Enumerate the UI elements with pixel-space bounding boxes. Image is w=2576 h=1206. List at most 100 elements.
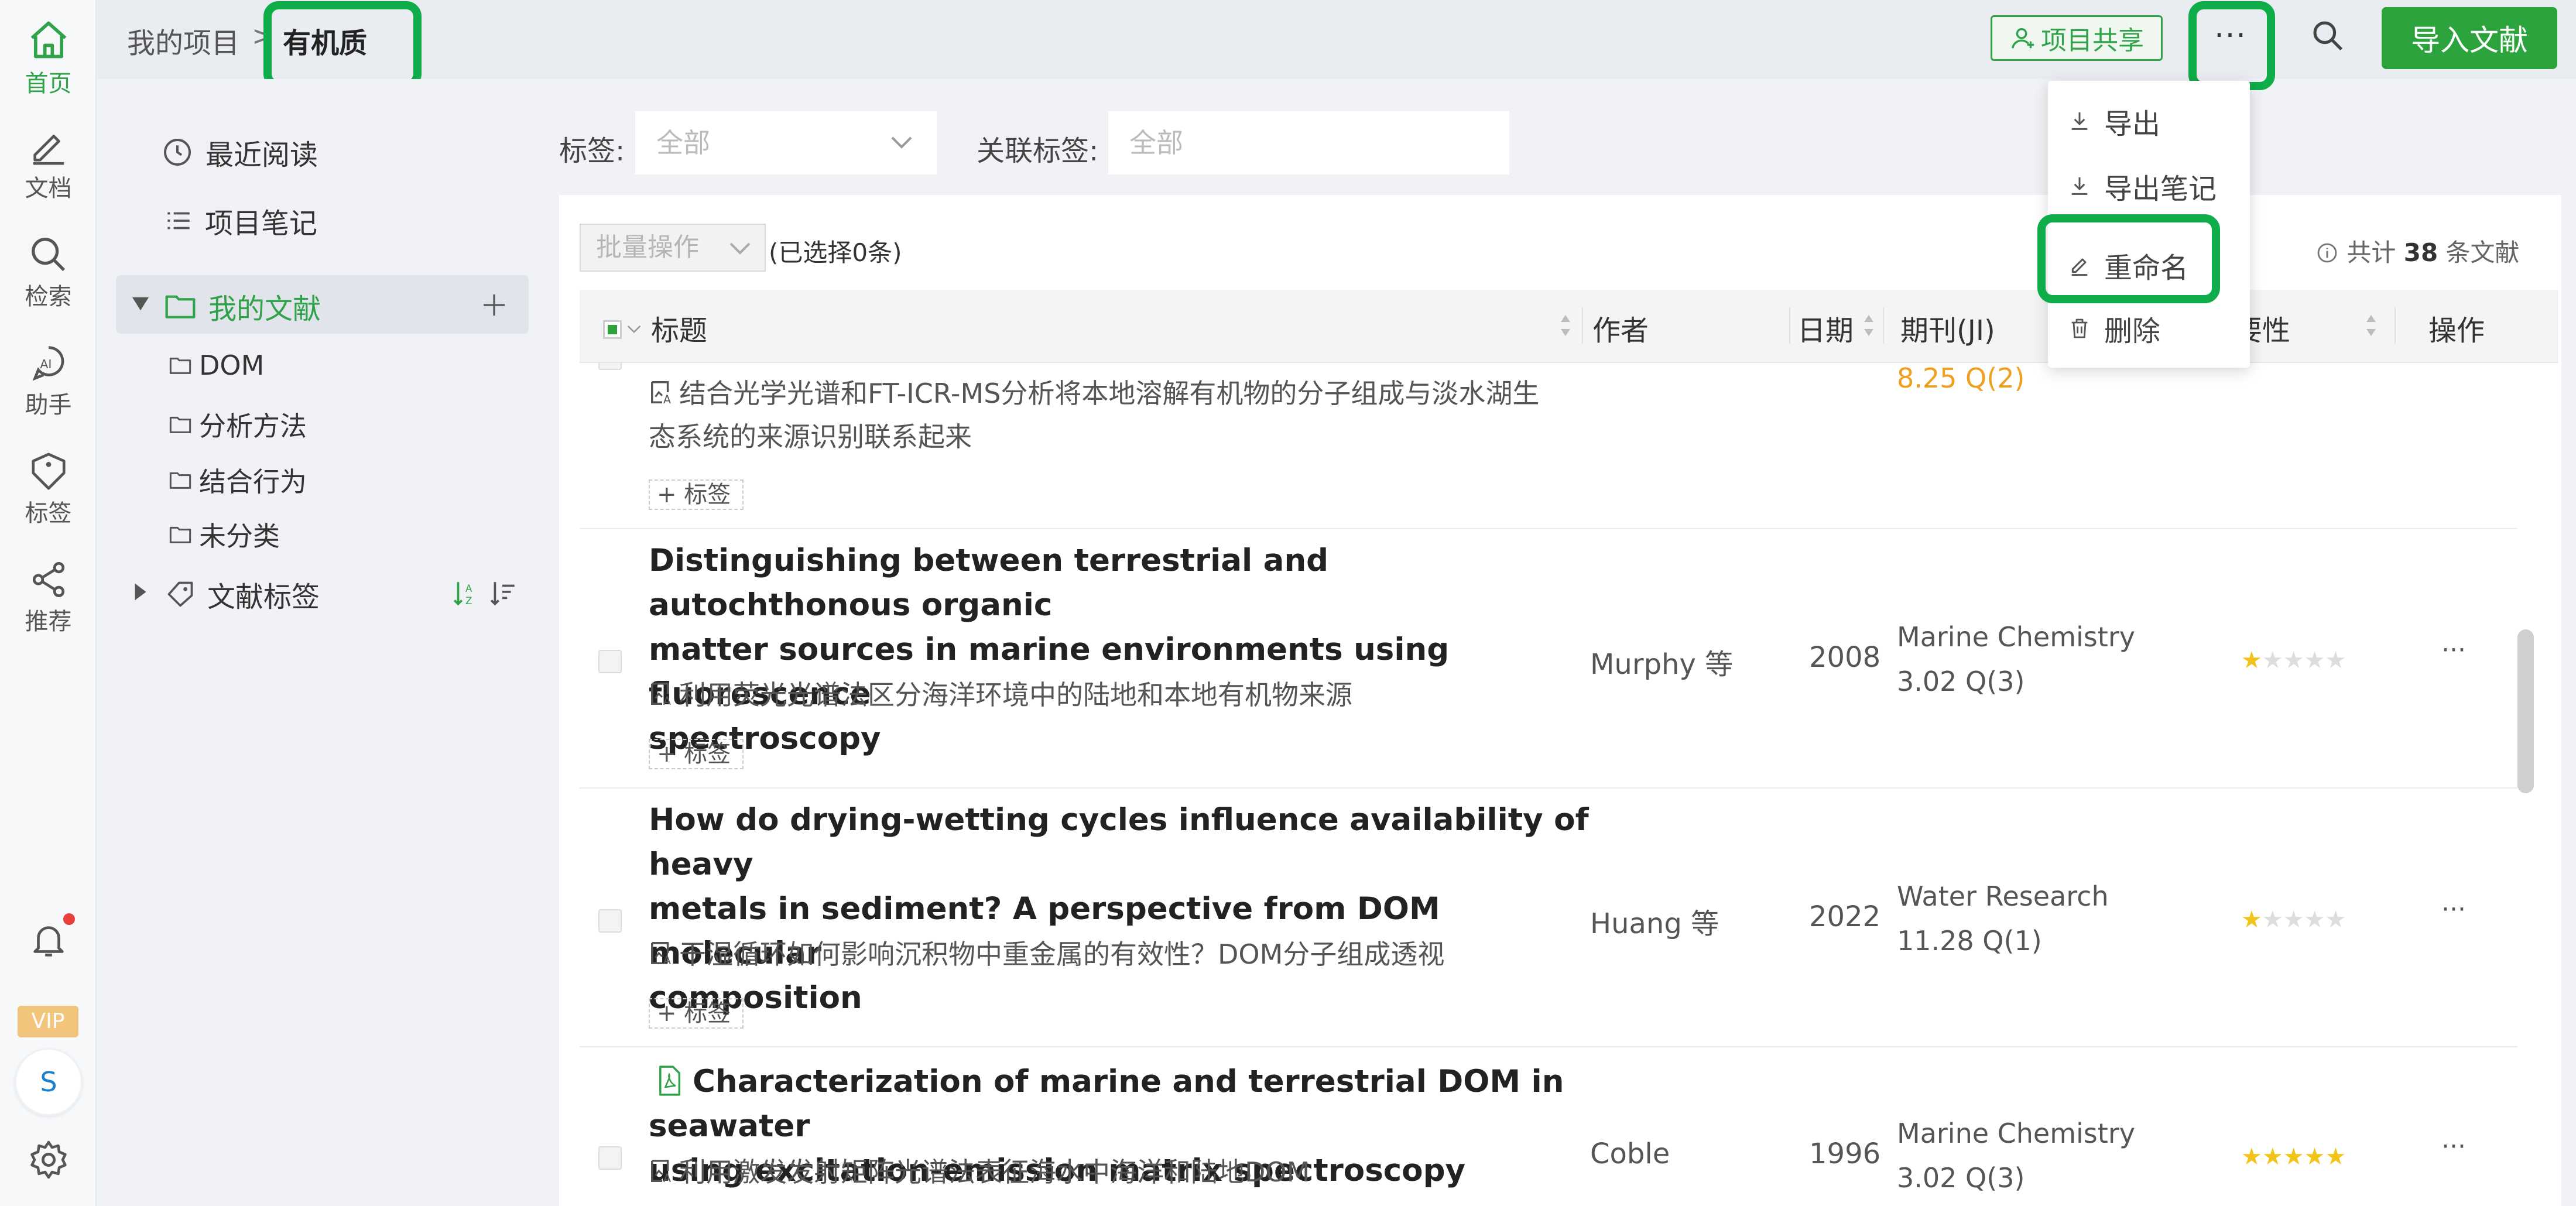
column-author[interactable]: 作者 [1592, 307, 1649, 348]
rail-assistant-label: 助手 [25, 392, 72, 419]
row-title-line: Distinguishing between terrestrial and a… [649, 543, 1329, 623]
folder-item[interactable]: DOM [169, 350, 264, 381]
column-title[interactable]: 标题 [651, 307, 707, 348]
batch-operation-label: 批量操作 [596, 232, 699, 262]
sidebar-recent[interactable]: 最近阅读 [161, 132, 318, 173]
svg-text:Z: Z [465, 595, 472, 607]
journal-name: Marine Chemistry [1897, 1118, 2135, 1149]
sidebar-recent-label: 最近阅读 [205, 139, 318, 172]
notifications[interactable] [0, 916, 97, 963]
chevron-down-icon [891, 136, 912, 149]
rail-docs[interactable]: 文档 [0, 126, 97, 203]
importance-rating[interactable]: ★★★★★ [2241, 1143, 2346, 1170]
menu-item-export[interactable]: 导出 [2068, 101, 2160, 142]
sidebar-mydocs-label: 我的文献 [208, 293, 321, 326]
add-tag-button[interactable]: + 标签 [649, 479, 744, 510]
rail-search[interactable]: 检索 [0, 234, 97, 311]
sort-icon[interactable] [1560, 311, 1571, 340]
ai-assistant-icon: AI [32, 346, 64, 381]
breadcrumb-root[interactable]: 我的项目 [127, 20, 239, 61]
row-divider [580, 1046, 2517, 1047]
importance-rating[interactable]: ★★★★★ [2241, 647, 2346, 674]
menu-item-label: 导出笔记 [2104, 173, 2217, 205]
rail-assistant[interactable]: AI 助手 [0, 342, 97, 420]
row-author: Coble [1590, 1138, 1670, 1170]
sidebar-doc-tags-label: 文献标签 [207, 581, 320, 614]
importance-rating[interactable]: ★★★★★ [2241, 906, 2346, 933]
menu-item-label: 删除 [2104, 315, 2161, 348]
menu-item-export-notes[interactable]: 导出笔记 [2068, 166, 2217, 207]
caret-right-icon[interactable] [133, 581, 148, 602]
row-checkbox[interactable] [598, 1146, 622, 1170]
folder-icon [169, 357, 191, 374]
column-divider [1883, 307, 1884, 344]
folder-item[interactable]: 结合行为 [169, 461, 307, 499]
sidebar-doc-tags[interactable]: 文献标签 [165, 574, 320, 615]
rail-docs-label: 文档 [25, 175, 72, 202]
settings[interactable] [0, 1139, 97, 1181]
row-title[interactable]: How do drying-wetting cycles influence a… [649, 798, 1597, 1020]
folder-item[interactable]: 未分类 [169, 515, 280, 554]
batch-operation-button[interactable]: 批量操作 [580, 224, 766, 272]
sidebar-notes[interactable]: 项目笔记 [164, 200, 317, 241]
home-icon [30, 21, 66, 59]
rail-search-label: 检索 [25, 283, 72, 310]
clock-icon [164, 139, 191, 166]
column-action: 操作 [2428, 314, 2485, 347]
caret-down-icon[interactable] [130, 296, 151, 312]
chevron-down-icon[interactable] [626, 324, 642, 334]
sort-lines-icon[interactable] [489, 578, 518, 608]
row-title-line: How do drying-wetting cycles influence a… [649, 802, 1589, 882]
column-date[interactable]: 日期 [1797, 307, 1854, 348]
rail-recommend[interactable]: 推荐 [0, 559, 97, 636]
column-journal[interactable]: 期刊(JI) [1900, 307, 1995, 348]
row-checkbox[interactable] [598, 650, 622, 673]
project-share-button[interactable]: 项目共享 [1991, 15, 2163, 61]
vertical-scrollbar[interactable] [2517, 629, 2534, 793]
sort-icon[interactable] [2365, 311, 2377, 340]
row-more-button[interactable]: ··· [2441, 895, 2466, 924]
select-all-checkbox[interactable] [603, 320, 622, 339]
sort-icon[interactable] [1863, 311, 1875, 340]
rail-recommend-label: 推荐 [25, 608, 72, 635]
row-year: 2008 [1809, 641, 1881, 674]
row-checkbox[interactable] [598, 909, 622, 933]
avatar[interactable]: S [15, 1048, 83, 1116]
total-number: 38 [2403, 238, 2438, 267]
selected-count: (已选择0条) [769, 238, 902, 267]
pen-icon [33, 135, 64, 165]
sidebar [97, 79, 542, 1206]
add-tag-button[interactable]: + 标签 [649, 739, 744, 769]
row-year: 1996 [1809, 1138, 1881, 1170]
row-journal: Marine Chemistry 3.02 Q(3) [1897, 615, 2135, 704]
left-rail: 首页 文档 检索 AI 助手 标签 推荐 VIP S [0, 0, 97, 1206]
rail-home[interactable]: 首页 [0, 18, 97, 98]
total-count: 共计 38 条文献 [2315, 233, 2520, 269]
row-title[interactable]: Distinguishing between terrestrial and a… [649, 539, 1597, 761]
vip-badge[interactable]: VIP [18, 1006, 78, 1037]
add-tag-button[interactable]: + 标签 [649, 998, 744, 1029]
rail-tags[interactable]: 标签 [0, 451, 97, 528]
search-icon [2313, 21, 2343, 51]
tag-filter-value: 全部 [656, 127, 710, 159]
journal-metric: 11.28 Q(1) [1897, 925, 2042, 957]
related-tag-input[interactable]: 全部 [1108, 111, 1509, 174]
journal-name: Water Research [1897, 880, 2109, 912]
folder-icon [165, 295, 196, 318]
sort-az-icon[interactable]: AZ [451, 578, 480, 608]
row-more-button[interactable]: ··· [2441, 635, 2466, 665]
menu-item-label: 导出 [2104, 108, 2161, 141]
row-more-button[interactable]: ··· [2441, 1132, 2466, 1162]
sidebar-mydocs[interactable]: 我的文献 [164, 286, 321, 327]
menu-item-delete[interactable]: 删除 [2068, 308, 2160, 349]
row-translation: 利用荧光光谱法区分海洋环境中的陆地和本地有机物来源 [679, 679, 1352, 711]
table-header: 标题 作者 日期 期刊(JI) 要性 操作 [580, 290, 2558, 363]
add-folder-icon[interactable] [480, 291, 508, 319]
notification-dot [63, 913, 75, 925]
top-search-button[interactable] [2310, 18, 2351, 59]
folder-label: 未分类 [199, 520, 280, 552]
tag-filter-select[interactable]: 全部 [635, 111, 937, 174]
folder-item[interactable]: 分析方法 [169, 405, 307, 444]
list-icon [167, 212, 190, 229]
import-documents-button[interactable]: 导入文献 [2382, 7, 2557, 69]
